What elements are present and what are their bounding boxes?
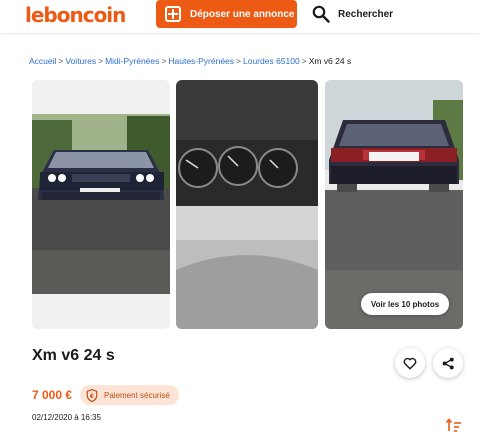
breadcrumb: Accueil > Voitures > Midi-Pyrénées > Hautes-Py…	[29, 56, 352, 66]
heart-icon	[403, 357, 417, 369]
breadcrumb-department[interactable]: Hautes-Pyrénées	[168, 56, 234, 66]
post-ad-button[interactable]: Déposer une annonce	[156, 0, 297, 28]
listing-price: 7 000 €	[32, 388, 73, 402]
photo-car-rear[interactable]	[325, 80, 463, 329]
leboncoin-logo[interactable]: leboncoin	[25, 3, 126, 27]
share-button[interactable]	[433, 348, 463, 378]
share-icon	[442, 357, 454, 369]
scroll-top-icon[interactable]	[446, 418, 462, 432]
breadcrumb-region[interactable]: Midi-Pyrénées	[105, 56, 159, 66]
post-ad-label: Déposer une annonce	[190, 8, 295, 20]
breadcrumb-city[interactable]: Lourdes 65100	[243, 56, 300, 66]
search-button[interactable]: Rechercher	[312, 4, 393, 24]
top-header: leboncoin Déposer une annonce Rechercher	[0, 0, 480, 34]
secure-payment-badge[interactable]: € Paiement sécurisé	[80, 385, 179, 405]
shield-euro-icon: €	[86, 388, 98, 402]
see-all-photos-button[interactable]: Voir les 10 photos	[361, 293, 449, 315]
secure-payment-label: Paiement sécurisé	[104, 390, 170, 400]
breadcrumb-cars[interactable]: Voitures	[65, 56, 96, 66]
photo-gallery	[32, 80, 463, 329]
photo-car-front[interactable]	[32, 80, 170, 329]
listing-title: Xm v6 24 s	[32, 347, 115, 364]
breadcrumb-home[interactable]: Accueil	[29, 56, 56, 66]
favorite-button[interactable]	[395, 348, 425, 378]
search-icon	[312, 5, 330, 23]
photo-dashboard[interactable]	[176, 80, 318, 329]
search-label: Rechercher	[338, 8, 394, 20]
svg-text:€: €	[89, 393, 94, 399]
listing-date: 02/12/2020 à 16:35	[32, 413, 101, 422]
breadcrumb-current: Xm v6 24 s	[308, 56, 352, 66]
plus-icon	[165, 6, 181, 22]
